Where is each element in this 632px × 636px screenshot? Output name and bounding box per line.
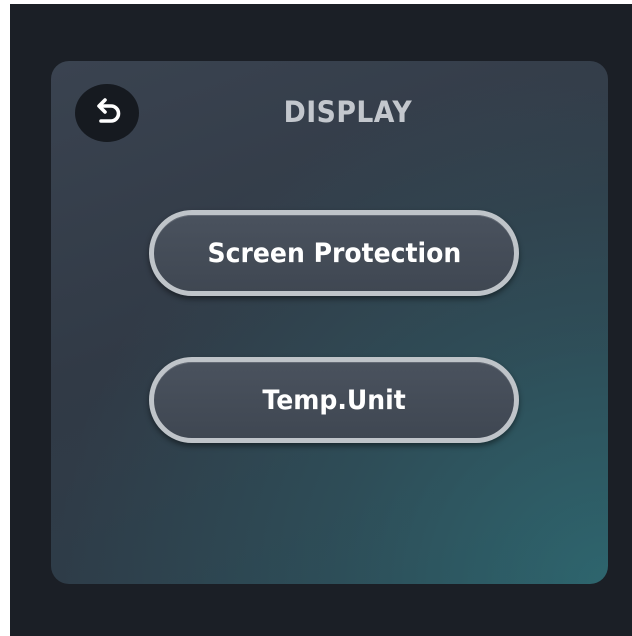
screen-protection-button[interactable]: Screen Protection — [149, 210, 519, 296]
temp-unit-label: Temp.Unit — [262, 384, 406, 416]
display-settings-panel: DISPLAY Screen Protection Temp.Unit — [51, 61, 608, 584]
temp-unit-button[interactable]: Temp.Unit — [149, 357, 519, 443]
screen: DISPLAY Screen Protection Temp.Unit — [10, 4, 632, 636]
page-title: DISPLAY — [283, 95, 413, 129]
screen-protection-label: Screen Protection — [207, 237, 461, 269]
